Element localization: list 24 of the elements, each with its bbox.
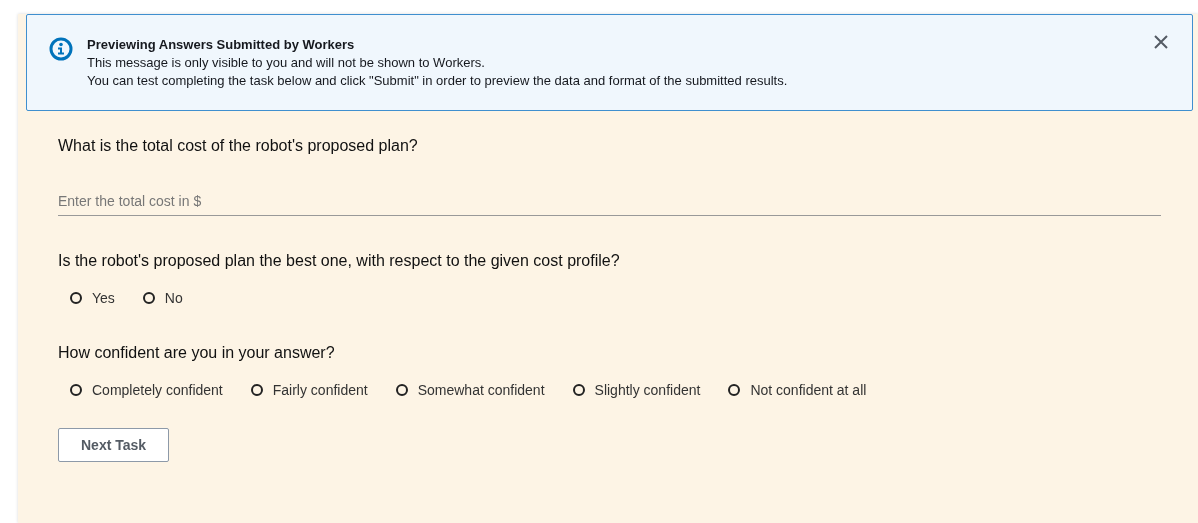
radio-button[interactable] — [70, 384, 82, 396]
question-text: Is the robot's proposed plan the best one, with respect to the given cost profile? — [58, 252, 621, 270]
option-label: Slightly confident — [594, 382, 701, 398]
info-icon — [49, 37, 73, 61]
alert-message: This message is only visible to you and will not be shown to Workers. — [87, 55, 486, 70]
cost-input-field[interactable]: Enter the total cost in $ — [58, 187, 1161, 216]
option-label: No — [164, 290, 183, 306]
radio-button[interactable] — [250, 384, 263, 396]
option-label: Fairly confident — [272, 382, 368, 398]
radio-button[interactable] — [572, 384, 585, 396]
option-label: Completely confident — [92, 382, 223, 398]
option-label: Somewhat confident — [417, 382, 545, 398]
radio-button[interactable] — [142, 292, 155, 304]
radio-button[interactable] — [70, 292, 82, 304]
next-task-button[interactable]: Next Task — [58, 428, 170, 462]
option-label: Not confident at all — [750, 382, 867, 398]
option-label: Yes — [92, 290, 115, 306]
question-text: What is the total cost of the robot's proposed plan? — [58, 137, 419, 155]
radio-button[interactable] — [395, 384, 408, 396]
question-text: How confident are you in your answer? — [58, 344, 336, 362]
alert-title: Previewing Answers Submitted by Workers — [87, 37, 356, 52]
close-button[interactable] — [1152, 33, 1170, 51]
radio-button[interactable] — [728, 384, 741, 396]
alert-message: You can test completing the task below and click "Submit" in order to preview the data and format of the submitted results. — [87, 73, 788, 88]
